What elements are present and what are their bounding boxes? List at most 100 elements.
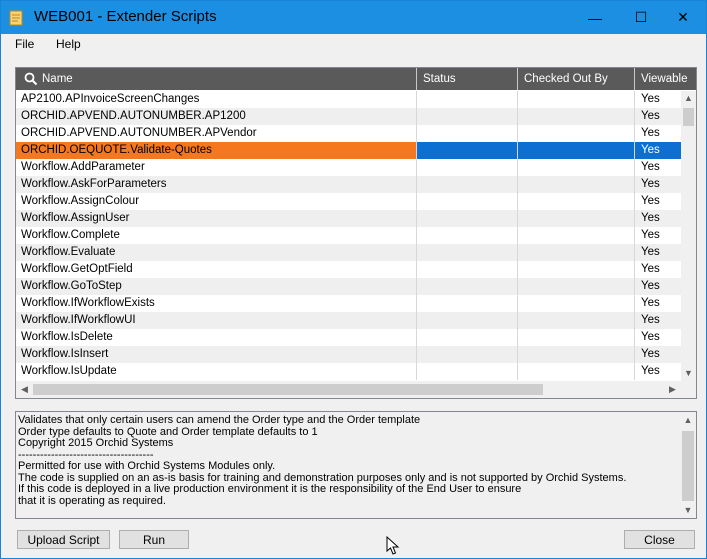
column-header-status[interactable]: Status bbox=[417, 68, 518, 90]
status-cell[interactable] bbox=[417, 125, 518, 142]
viewable-cell[interactable]: Yes bbox=[635, 227, 681, 244]
script-name-cell[interactable]: AP2100.APInvoiceScreenChanges bbox=[16, 91, 417, 108]
table-row[interactable]: Workflow.GoToStep Yes bbox=[16, 278, 681, 295]
scroll-left-icon[interactable]: ◀ bbox=[16, 381, 33, 398]
scroll-up-icon[interactable]: ▲ bbox=[681, 91, 696, 106]
viewable-cell[interactable]: Yes bbox=[635, 125, 681, 142]
table-row[interactable]: ORCHID.APVEND.AUTONUMBER.AP1200 Yes bbox=[16, 108, 681, 125]
table-row[interactable]: Workflow.GetOptField Yes bbox=[16, 261, 681, 278]
script-name-cell[interactable]: ORCHID.APVEND.AUTONUMBER.AP1200 bbox=[16, 108, 417, 125]
status-cell[interactable] bbox=[417, 193, 518, 210]
status-cell[interactable] bbox=[417, 210, 518, 227]
menu-file[interactable]: File bbox=[12, 37, 37, 51]
table-row[interactable]: Workflow.IsDelete Yes bbox=[16, 329, 681, 346]
checked-out-by-cell[interactable] bbox=[518, 312, 635, 329]
script-name-cell[interactable]: Workflow.IsInsert bbox=[16, 346, 417, 363]
checked-out-by-cell[interactable] bbox=[518, 295, 635, 312]
status-cell[interactable] bbox=[417, 227, 518, 244]
title-bar[interactable]: WEB001 - Extender Scripts — ☐ ✕ bbox=[1, 1, 706, 34]
table-row[interactable]: Workflow.IfWorkflowExists Yes bbox=[16, 295, 681, 312]
menu-help[interactable]: Help bbox=[53, 37, 84, 51]
viewable-cell[interactable]: Yes bbox=[635, 159, 681, 176]
script-name-cell[interactable]: ORCHID.APVEND.AUTONUMBER.APVendor bbox=[16, 125, 417, 142]
status-cell[interactable] bbox=[417, 346, 518, 363]
checked-out-by-cell[interactable] bbox=[518, 244, 635, 261]
status-cell[interactable] bbox=[417, 261, 518, 278]
status-cell[interactable] bbox=[417, 108, 518, 125]
viewable-cell[interactable]: Yes bbox=[635, 278, 681, 295]
script-name-cell[interactable]: Workflow.GoToStep bbox=[16, 278, 417, 295]
column-header-checked-out-by[interactable]: Checked Out By bbox=[518, 68, 635, 90]
table-row[interactable]: Workflow.AssignColour Yes bbox=[16, 193, 681, 210]
scroll-up-icon[interactable]: ▲ bbox=[680, 412, 696, 428]
script-name-cell[interactable]: Workflow.IfWorkflowUI bbox=[16, 312, 417, 329]
script-name-cell[interactable]: Workflow.AddParameter bbox=[16, 159, 417, 176]
script-name-cell[interactable]: Workflow.AskForParameters bbox=[16, 176, 417, 193]
viewable-cell[interactable]: Yes bbox=[635, 295, 681, 312]
checked-out-by-cell[interactable] bbox=[518, 227, 635, 244]
table-row[interactable]: Workflow.IfWorkflowUI Yes bbox=[16, 312, 681, 329]
table-row[interactable]: Workflow.Complete Yes bbox=[16, 227, 681, 244]
viewable-cell[interactable]: Yes bbox=[635, 176, 681, 193]
table-row[interactable]: ORCHID.OEQUOTE.Validate-Quotes Yes bbox=[16, 142, 681, 159]
viewable-cell[interactable]: Yes bbox=[635, 210, 681, 227]
table-row[interactable]: Workflow.AddParameter Yes bbox=[16, 159, 681, 176]
scroll-right-icon[interactable]: ▶ bbox=[664, 381, 681, 398]
script-name-cell[interactable]: ORCHID.OEQUOTE.Validate-Quotes bbox=[16, 142, 417, 159]
script-name-cell[interactable]: Workflow.Complete bbox=[16, 227, 417, 244]
checked-out-by-cell[interactable] bbox=[518, 346, 635, 363]
scroll-thumb[interactable] bbox=[682, 431, 694, 501]
script-name-cell[interactable]: Workflow.IsDelete bbox=[16, 329, 417, 346]
status-cell[interactable] bbox=[417, 142, 518, 159]
script-name-cell[interactable]: Workflow.Evaluate bbox=[16, 244, 417, 261]
script-name-cell[interactable]: Workflow.IfWorkflowExists bbox=[16, 295, 417, 312]
table-row[interactable]: Workflow.IsInsert Yes bbox=[16, 346, 681, 363]
table-row[interactable]: AP2100.APInvoiceScreenChanges Yes bbox=[16, 91, 681, 108]
grid-horizontal-scrollbar[interactable]: ◀ ▶ bbox=[16, 381, 681, 398]
status-cell[interactable] bbox=[417, 278, 518, 295]
close-button[interactable]: Close bbox=[624, 530, 695, 549]
checked-out-by-cell[interactable] bbox=[518, 261, 635, 278]
description-vertical-scrollbar[interactable]: ▲ ▼ bbox=[680, 412, 696, 518]
checked-out-by-cell[interactable] bbox=[518, 142, 635, 159]
scripts-grid[interactable]: Name Status Checked Out By Viewable AP21… bbox=[15, 67, 697, 399]
status-cell[interactable] bbox=[417, 329, 518, 346]
status-cell[interactable] bbox=[417, 244, 518, 261]
maximize-button[interactable]: ☐ bbox=[618, 1, 664, 34]
checked-out-by-cell[interactable] bbox=[518, 193, 635, 210]
status-cell[interactable] bbox=[417, 176, 518, 193]
table-row[interactable]: Workflow.AskForParameters Yes bbox=[16, 176, 681, 193]
viewable-cell[interactable]: Yes bbox=[635, 193, 681, 210]
search-icon[interactable] bbox=[24, 72, 38, 86]
checked-out-by-cell[interactable] bbox=[518, 176, 635, 193]
status-cell[interactable] bbox=[417, 295, 518, 312]
viewable-cell[interactable]: Yes bbox=[635, 108, 681, 125]
viewable-cell[interactable]: Yes bbox=[635, 363, 681, 380]
column-header-viewable[interactable]: Viewable bbox=[635, 68, 696, 90]
viewable-cell[interactable]: Yes bbox=[635, 329, 681, 346]
script-name-cell[interactable]: Workflow.IsUpdate bbox=[16, 363, 417, 380]
viewable-cell[interactable]: Yes bbox=[635, 261, 681, 278]
checked-out-by-cell[interactable] bbox=[518, 108, 635, 125]
scroll-down-icon[interactable]: ▼ bbox=[680, 502, 696, 518]
table-row[interactable]: ORCHID.APVEND.AUTONUMBER.APVendor Yes bbox=[16, 125, 681, 142]
viewable-cell[interactable]: Yes bbox=[635, 142, 681, 159]
checked-out-by-cell[interactable] bbox=[518, 91, 635, 108]
checked-out-by-cell[interactable] bbox=[518, 329, 635, 346]
checked-out-by-cell[interactable] bbox=[518, 363, 635, 380]
viewable-cell[interactable]: Yes bbox=[635, 91, 681, 108]
viewable-cell[interactable]: Yes bbox=[635, 346, 681, 363]
upload-script-button[interactable]: Upload Script bbox=[17, 530, 110, 549]
table-row[interactable]: Workflow.Evaluate Yes bbox=[16, 244, 681, 261]
viewable-cell[interactable]: Yes bbox=[635, 244, 681, 261]
table-row[interactable]: Workflow.AssignUser Yes bbox=[16, 210, 681, 227]
script-description[interactable]: Validates that only certain users can am… bbox=[15, 411, 697, 519]
checked-out-by-cell[interactable] bbox=[518, 159, 635, 176]
viewable-cell[interactable]: Yes bbox=[635, 312, 681, 329]
checked-out-by-cell[interactable] bbox=[518, 210, 635, 227]
run-button[interactable]: Run bbox=[119, 530, 189, 549]
script-name-cell[interactable]: Workflow.AssignColour bbox=[16, 193, 417, 210]
table-row[interactable]: Workflow.IsUpdate Yes bbox=[16, 363, 681, 380]
minimize-button[interactable]: — bbox=[572, 1, 618, 34]
checked-out-by-cell[interactable] bbox=[518, 125, 635, 142]
